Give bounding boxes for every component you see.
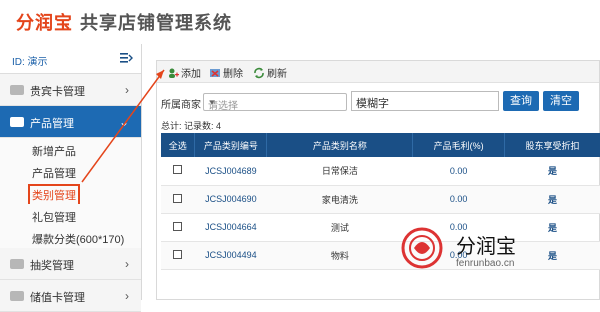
watermark-url: fenrunbao.cn (456, 258, 515, 269)
table-row[interactable]: JCSJ004689 日常保洁 0.00 是 (161, 157, 600, 186)
sidebar-item-stored-value-card[interactable]: 储值卡管理 › (0, 280, 141, 312)
column-header-code: 产品类别编号 (194, 133, 268, 157)
cell-name: 日常保洁 (266, 157, 413, 186)
annotation-arrow (81, 69, 165, 183)
cell-name: 物料 (266, 241, 413, 270)
keyword-input-value: 模糊字 (356, 98, 389, 110)
watermark: 分润宝 fenrunbao.cn (400, 224, 590, 294)
sidebar-subitem-label: 爆款分类(600*170) (32, 234, 125, 246)
vip-card-icon (10, 85, 24, 95)
user-id-label: ID: 演示 (12, 57, 48, 68)
cell-name: 家电清洗 (266, 185, 413, 214)
row-checkbox[interactable] (173, 165, 183, 175)
refresh-icon (254, 67, 264, 78)
system-title: 共享店铺管理系统 (80, 13, 232, 33)
row-checkbox[interactable] (173, 249, 183, 259)
toolbar: 添加 删除 刷新 (157, 61, 599, 83)
refresh-button-label: 刷新 (267, 69, 287, 80)
chevron-right-icon: › (125, 289, 129, 303)
sidebar-subitem-label: 新增产品 (32, 146, 76, 158)
menu-collapse-icon[interactable] (119, 51, 133, 65)
sidebar-subitem-gift-pack[interactable]: 礼包管理 (0, 204, 141, 226)
cell-code[interactable]: JCSJ004494 (194, 241, 267, 270)
delete-button-label: 删除 (223, 69, 243, 80)
sidebar-item-label: 产品管理 (30, 118, 74, 130)
box-icon (10, 117, 24, 127)
column-header-margin: 产品毛利(%) (412, 133, 506, 157)
refresh-button[interactable]: 刷新 (253, 65, 287, 80)
sidebar-subitem-label: 产品管理 (32, 168, 76, 180)
cell-code[interactable]: JCSJ004689 (194, 157, 267, 186)
sidebar-subitem-category-management[interactable]: 类别管理 (0, 182, 141, 206)
column-header-name: 产品类别名称 (266, 133, 414, 157)
chevron-right-icon: › (125, 257, 129, 271)
cell-code[interactable]: JCSJ004664 (194, 213, 267, 242)
filter-bar: 所属商家 请选择 ▼ 模糊字 查询 清空 (161, 91, 600, 117)
fenrunbao-logo-icon (401, 227, 443, 269)
cell-discount: 是 (504, 157, 600, 186)
keyword-input[interactable]: 模糊字 (351, 91, 499, 111)
cell-margin: 0.00 (412, 185, 505, 214)
sidebar-item-label: 抽奖管理 (30, 260, 74, 272)
add-button-label: 添加 (181, 69, 201, 80)
sidebar-item-label: 贵宾卡管理 (30, 86, 85, 98)
sidebar-subitem-label: 礼包管理 (32, 212, 76, 224)
sidebar-item-label: 储值卡管理 (30, 292, 85, 304)
sidebar-subitem-hot-category[interactable]: 爆款分类(600*170) (0, 226, 141, 248)
cell-margin: 0.00 (412, 157, 505, 186)
record-count: 总计: 记录数: 4 (161, 121, 222, 131)
cell-code[interactable]: JCSJ004690 (194, 185, 267, 214)
cell-name: 测试 (266, 213, 413, 242)
clear-button[interactable]: 清空 (543, 91, 579, 111)
dropdown-arrow-icon: ▼ (208, 98, 216, 107)
search-button[interactable]: 查询 (503, 91, 539, 111)
merchant-select[interactable]: 请选择 ▼ (203, 93, 347, 112)
sidebar-subitem-label: 类别管理 (28, 184, 80, 206)
brand-name: 分润宝 (16, 13, 73, 33)
watermark-text: 分润宝 (456, 236, 516, 258)
cell-discount: 是 (504, 185, 600, 214)
delete-icon (210, 68, 220, 77)
delete-button[interactable]: 删除 (209, 65, 243, 80)
add-button[interactable]: 添加 (167, 65, 201, 80)
row-checkbox[interactable] (173, 221, 183, 231)
app-header: 分润宝 共享店铺管理系统 (0, 0, 600, 42)
table-row[interactable]: JCSJ004690 家电清洗 0.00 是 (161, 185, 600, 214)
row-checkbox[interactable] (173, 193, 183, 203)
column-header-discount: 股东享受折扣 (504, 133, 600, 157)
table-header-row: 全选 产品类别编号 产品类别名称 产品毛利(%) 股东享受折扣 (161, 133, 600, 157)
lottery-icon (10, 259, 24, 269)
sidebar-item-lottery[interactable]: 抽奖管理 › (0, 248, 141, 280)
